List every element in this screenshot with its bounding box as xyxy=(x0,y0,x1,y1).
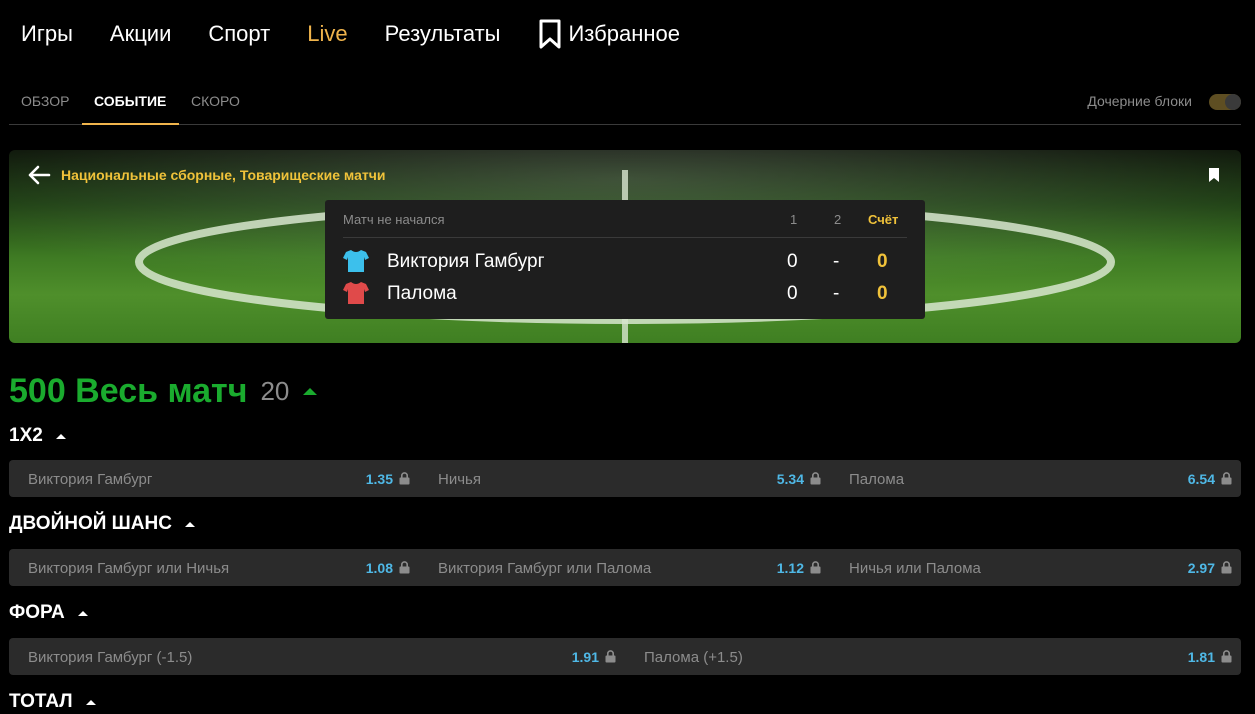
bookmark-icon xyxy=(539,19,561,49)
collapse-section-icon[interactable] xyxy=(55,433,66,439)
outcome-label: Ничья или Палома xyxy=(849,560,981,577)
nav-results[interactable]: Результаты xyxy=(385,21,501,47)
home-period-score: 0 xyxy=(787,251,798,272)
outcome-away-handicap[interactable]: Палома (+1.5) 1.81 xyxy=(625,638,1241,675)
outcome-odd: 1.12 xyxy=(776,560,804,576)
child-blocks-toggle[interactable] xyxy=(1209,94,1241,110)
outcome-odd: 2.97 xyxy=(1187,560,1215,576)
nav-promotions[interactable]: Акции xyxy=(110,21,171,47)
lock-icon xyxy=(810,472,821,485)
section-title: ФОРА xyxy=(9,602,65,623)
collapse-section-icon[interactable] xyxy=(184,521,195,527)
home-period2-score: - xyxy=(833,251,840,272)
collapse-markets-icon[interactable] xyxy=(303,388,318,395)
nav-sport[interactable]: Спорт xyxy=(208,21,270,47)
odds-row-handicap: Виктория Гамбург (-1.5) 1.91 Палома (+1.… xyxy=(9,638,1241,675)
outcome-odd: 1.81 xyxy=(1187,649,1215,665)
home-total-score: 0 xyxy=(877,251,888,272)
outcome-label: Виктория Гамбург или Палома xyxy=(438,560,652,577)
section-header-total: ТОТАЛ xyxy=(9,691,96,713)
col-period-2: 2 xyxy=(834,212,842,227)
outcome-label: Палома (+1.5) xyxy=(644,649,743,666)
back-arrow-icon[interactable] xyxy=(27,164,51,186)
active-tab-indicator xyxy=(82,123,179,125)
section-title: ТОТАЛ xyxy=(9,691,73,712)
bookmark-icon[interactable] xyxy=(1208,167,1220,183)
outcome-label: Палома xyxy=(849,471,905,488)
nav-live[interactable]: Live xyxy=(307,21,347,47)
toggle-knob xyxy=(1225,94,1241,110)
outcome-home-or-draw[interactable]: Виктория Гамбург или Ничья 1.08 xyxy=(9,549,419,586)
away-total-score: 0 xyxy=(877,283,888,304)
markets-count: 20 xyxy=(260,376,290,406)
nav-favorites[interactable]: Избранное xyxy=(537,18,680,50)
lock-icon xyxy=(605,650,616,663)
markets-title: 500 Весь матч xyxy=(9,372,248,410)
child-blocks-label: Дочерние блоки xyxy=(1087,93,1192,109)
col-period-1: 1 xyxy=(790,212,798,227)
lock-icon xyxy=(399,472,410,485)
section-header-handicap: ФОРА xyxy=(9,602,88,624)
lock-icon xyxy=(810,561,821,574)
outcome-label: Виктория Гамбург xyxy=(28,471,153,488)
section-title: 1X2 xyxy=(9,425,43,446)
section-header-1x2: 1X2 xyxy=(9,425,66,447)
tab-event[interactable]: Событие xyxy=(94,93,166,109)
section-header-double-chance: ДВОЙНОЙ ШАНС xyxy=(9,513,195,535)
away-period-score: 0 xyxy=(787,283,798,304)
away-shirt-icon xyxy=(343,282,369,304)
outcome-draw[interactable]: Ничья 5.34 xyxy=(419,460,830,497)
lock-icon xyxy=(1221,472,1232,485)
odds-row-double-chance: Виктория Гамбург или Ничья 1.08 Виктория… xyxy=(9,549,1241,586)
event-banner: Национальные сборные, Товарищеские матчи… xyxy=(9,150,1241,343)
col-score: Счёт xyxy=(868,212,899,227)
outcome-draw-or-away[interactable]: Ничья или Палома 2.97 xyxy=(830,549,1241,586)
outcome-label: Ничья xyxy=(438,471,481,488)
outcome-home[interactable]: Виктория Гамбург 1.35 xyxy=(9,460,419,497)
match-status: Матч не начался xyxy=(343,212,445,227)
away-team-name: Палома xyxy=(387,283,457,304)
outcome-away[interactable]: Палома 6.54 xyxy=(830,460,1241,497)
markets-header: 500 Весь матч 20 xyxy=(9,372,318,411)
lock-icon xyxy=(1221,650,1232,663)
outcome-label: Виктория Гамбург или Ничья xyxy=(28,560,230,577)
away-period2-score: - xyxy=(833,283,840,304)
outcome-odd: 1.08 xyxy=(365,560,393,576)
outcome-label: Виктория Гамбург (-1.5) xyxy=(28,649,193,666)
collapse-section-icon[interactable] xyxy=(85,699,96,705)
tab-overview[interactable]: Обзор xyxy=(21,93,69,109)
event-tabs: Обзор Событие Скоро Дочерние блоки xyxy=(9,76,1241,125)
outcome-home-or-away[interactable]: Виктория Гамбург или Палома 1.12 xyxy=(419,549,830,586)
scoreboard-divider xyxy=(343,237,907,238)
outcome-odd: 1.35 xyxy=(365,471,393,487)
outcome-odd: 5.34 xyxy=(776,471,804,487)
section-title: ДВОЙНОЙ ШАНС xyxy=(9,513,172,534)
lock-icon xyxy=(1221,561,1232,574)
top-nav: Игры Акции Спорт Live Результаты Избранн… xyxy=(21,0,717,68)
home-shirt-icon xyxy=(343,250,369,272)
nav-favorites-label: Избранное xyxy=(568,21,680,46)
odds-row-1x2: Виктория Гамбург 1.35 Ничья 5.34 Палома … xyxy=(9,460,1241,497)
home-team-name: Виктория Гамбург xyxy=(387,251,545,272)
outcome-home-handicap[interactable]: Виктория Гамбург (-1.5) 1.91 xyxy=(9,638,625,675)
nav-games[interactable]: Игры xyxy=(21,21,73,47)
scoreboard: Матч не начался 1 2 Счёт Виктория Гамбур… xyxy=(325,200,925,319)
collapse-section-icon[interactable] xyxy=(77,610,88,616)
lock-icon xyxy=(399,561,410,574)
tournament-link[interactable]: Национальные сборные, Товарищеские матчи xyxy=(61,167,385,183)
tab-soon[interactable]: Скоро xyxy=(191,93,240,109)
team-row-home: Виктория Гамбург 0 - 0 xyxy=(343,249,907,275)
team-row-away: Палома 0 - 0 xyxy=(343,281,907,307)
outcome-odd: 1.91 xyxy=(571,649,599,665)
outcome-odd: 6.54 xyxy=(1187,471,1215,487)
